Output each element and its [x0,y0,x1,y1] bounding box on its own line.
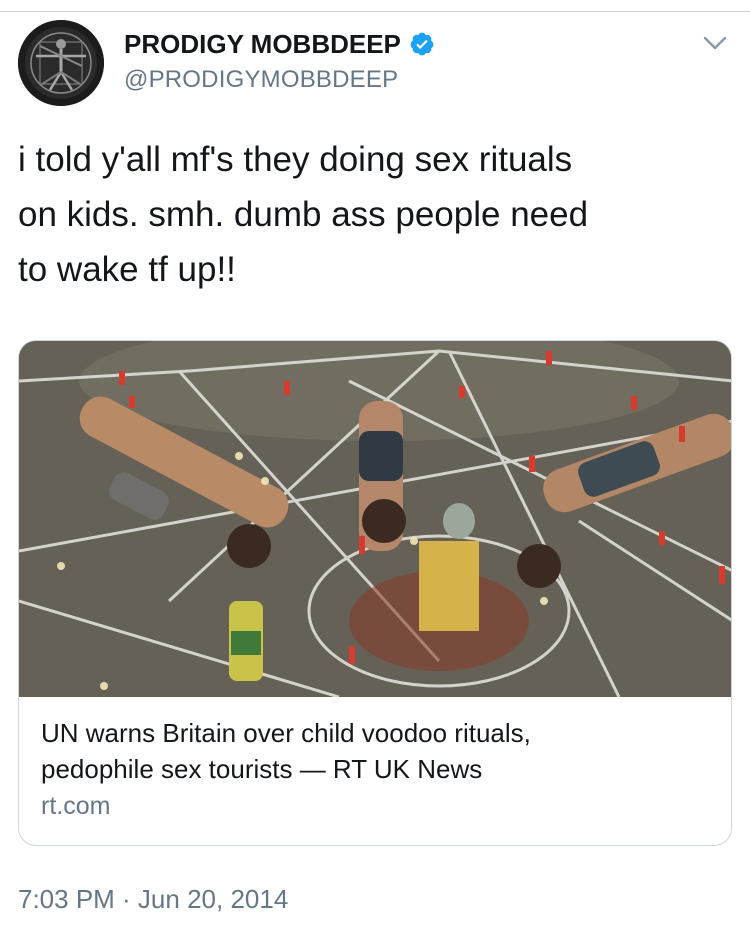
author-handle[interactable]: @PRODIGYMOBBDEEP [124,64,435,96]
tweet-text-line: on kids. smh. dumb ass people need [18,195,589,234]
avatar[interactable] [18,20,104,106]
author-display-name-row[interactable]: PRODIGY MOBBDEEP [124,28,435,60]
tweet-text: i told y'all mf's they doing sex rituals… [18,132,732,297]
card-image[interactable] [19,341,731,697]
tweet-timestamp[interactable]: 7:03 PM · Jun 20, 2014 [18,882,288,916]
card-title-line: pedophile sex tourists — RT UK News [41,754,483,784]
tweet-text-line: to wake tf up!! [18,250,236,289]
card-title[interactable]: UN warns Britain over child voodoo ritua… [41,715,711,787]
author-names: PRODIGY MOBBDEEP @PRODIGYMOBBDEEP [124,28,435,96]
card-body: UN warns Britain over child voodoo ritua… [41,715,711,823]
verified-badge-icon [409,31,435,57]
top-divider [0,0,750,12]
chevron-down-icon[interactable] [702,34,728,52]
card-title-line: UN warns Britain over child voodoo ritua… [41,718,531,748]
tweet-text-line: i told y'all mf's they doing sex rituals [18,140,573,179]
card-domain: rt.com [41,792,111,820]
ritual-photo-icon [19,341,731,697]
vitruvian-figure-avatar-icon [18,20,104,106]
author-display-name[interactable]: PRODIGY MOBBDEEP [124,28,401,60]
tweet-header: PRODIGY MOBBDEEP @PRODIGYMOBBDEEP [18,20,732,112]
link-card[interactable]: UN warns Britain over child voodoo ritua… [18,340,732,846]
